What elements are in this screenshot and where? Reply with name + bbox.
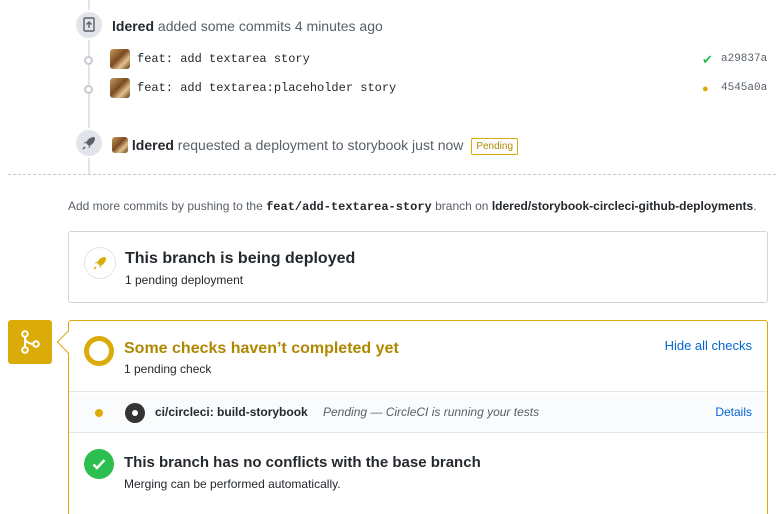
conflicts-title: This branch has no conflicts with the ba… bbox=[124, 454, 481, 471]
details-link[interactable]: Details bbox=[715, 405, 752, 419]
status-check-row: ci/circleci: build-storybook Pending — C… bbox=[69, 393, 767, 433]
conflicts-subtitle: Merging can be performed automatically. bbox=[124, 477, 341, 491]
pending-status-icon bbox=[84, 336, 114, 366]
repo-link[interactable]: ldered/storybook-circleci-github-deploym… bbox=[492, 199, 753, 213]
commits-event-description: added some commits 4 minutes ago bbox=[157, 18, 383, 34]
push-hint-suffix: . bbox=[753, 199, 757, 213]
deploy-event-badge bbox=[74, 128, 104, 158]
deployment-status-box: This branch is being deployed 1 pending … bbox=[68, 231, 768, 303]
merge-status-box: Some checks haven’t completed yet 1 pend… bbox=[56, 320, 768, 514]
commit-row: feat: add textarea story ✔ a29837a bbox=[80, 47, 776, 73]
push-hint-prefix: Add more commits by pushing to the bbox=[68, 199, 263, 213]
deployment-subtitle: 1 pending deployment bbox=[125, 273, 244, 287]
checks-subtitle: 1 pending check bbox=[124, 362, 212, 376]
deploy-event-description: requested a deployment to storybook just… bbox=[177, 137, 464, 153]
check-description: Pending — CircleCI is running your tests bbox=[323, 405, 540, 419]
commit-sha-link[interactable]: a29837a bbox=[721, 53, 767, 65]
check-circle-icon bbox=[84, 449, 114, 479]
hide-all-checks-link[interactable]: Hide all checks bbox=[665, 338, 752, 353]
commits-event-text: ldered added some commits 4 minutes ago bbox=[112, 18, 383, 34]
git-merge-icon bbox=[8, 320, 52, 364]
check-success-icon[interactable]: ✔ bbox=[702, 52, 713, 68]
conflicts-status: This branch has no conflicts with the ba… bbox=[69, 434, 767, 509]
actor-link[interactable]: ldered bbox=[132, 137, 174, 153]
commit-message-link[interactable]: feat: add textarea story bbox=[137, 52, 310, 66]
commit-message-link[interactable]: feat: add textarea:placeholder story bbox=[137, 81, 396, 95]
checks-title: Some checks haven’t completed yet bbox=[124, 340, 399, 357]
checks-summary: Some checks haven’t completed yet 1 pend… bbox=[69, 321, 767, 392]
commit-sha-link[interactable]: 4545a0a bbox=[721, 82, 767, 94]
commit-dot-icon bbox=[84, 56, 93, 65]
avatar[interactable] bbox=[110, 78, 130, 98]
deploy-event-text: ldered requested a deployment to storybo… bbox=[112, 137, 519, 155]
repo-push-icon bbox=[83, 17, 95, 32]
pending-dot-icon[interactable]: ● bbox=[702, 83, 709, 95]
commit-event-badge bbox=[74, 10, 104, 40]
avatar[interactable] bbox=[110, 49, 130, 69]
push-hint-middle: branch on bbox=[435, 199, 489, 213]
circleci-icon bbox=[125, 403, 145, 423]
check-name: ci/circleci: build-storybook bbox=[155, 405, 308, 419]
rocket-icon bbox=[84, 247, 116, 279]
commit-dot-icon bbox=[84, 85, 93, 94]
avatar[interactable] bbox=[112, 137, 128, 153]
rocket-icon bbox=[82, 137, 95, 150]
branch-name: feat/add-textarea-story bbox=[266, 200, 432, 214]
pending-dot-icon bbox=[95, 409, 103, 417]
pending-badge: Pending bbox=[471, 138, 519, 155]
deployment-title: This branch is being deployed bbox=[125, 250, 356, 267]
actor-link[interactable]: ldered bbox=[112, 18, 154, 34]
push-hint: Add more commits by pushing to the feat/… bbox=[68, 199, 757, 214]
timeline-divider bbox=[8, 174, 776, 175]
commit-row: feat: add textarea:placeholder story ● 4… bbox=[80, 76, 776, 102]
